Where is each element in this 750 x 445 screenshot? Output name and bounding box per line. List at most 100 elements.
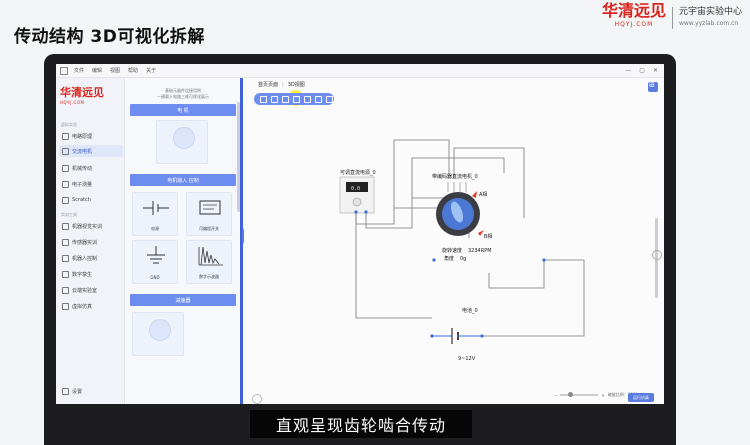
brand-logo: 华清远见 HQYJ.COM <box>602 3 666 32</box>
robot-icon <box>62 254 69 262</box>
component-card-oscilloscope[interactable]: 数字示波器 <box>186 240 232 284</box>
motor-label: 带编码器直流电机_0 <box>432 173 478 180</box>
category-motor-input[interactable]: 电机输入 控制 <box>130 174 236 186</box>
sidebar-item-twin[interactable]: 数字孪生 <box>59 268 123 280</box>
menu-edit[interactable]: 编辑 <box>92 67 102 74</box>
menu-view[interactable]: 视图 <box>110 67 120 74</box>
psu-label: 可调直流电源_0 <box>340 169 376 176</box>
sidebar-item-mechanical[interactable]: 机械传动 <box>59 162 123 174</box>
sidebar-logo-text: 华清远见 <box>60 86 104 99</box>
switch-module-icon <box>199 200 221 215</box>
psu-display-value: 0.0 <box>351 186 360 192</box>
node <box>430 334 434 338</box>
meter-icon <box>62 180 69 188</box>
card-label: 数字示波器 <box>199 274 219 279</box>
category-motor[interactable]: 电 机 <box>130 104 236 116</box>
component-card-gnd[interactable]: GND <box>132 240 178 284</box>
menu-help[interactable]: 帮助 <box>128 67 138 74</box>
panel-header-line2: 一键载入电路三维可视化展示 <box>157 94 209 99</box>
scratch-icon <box>62 196 69 204</box>
sidebar-item-circuit[interactable]: 电路原理 <box>59 130 123 142</box>
sidebar-item-label: 机械传动 <box>72 165 93 172</box>
sidebar-item-scratch[interactable]: Scratch <box>59 194 123 206</box>
video-subtitle: 直观呈现齿轮啮合传动 <box>250 410 472 438</box>
simulation-icon <box>62 302 69 310</box>
sidebar-item-label: 数字孪生 <box>72 271 93 278</box>
angle-value: 0g <box>460 256 466 262</box>
video-title: 传动结构 3D可视化拆解 <box>14 27 205 47</box>
card-label: 可编程开关 <box>199 226 219 231</box>
speed-value: 3234RPM <box>468 248 492 254</box>
zoom-slider-knob[interactable] <box>567 392 573 397</box>
sidebar-item-vision[interactable]: 机器视觉实训 <box>59 220 123 232</box>
psu-knob[interactable] <box>352 197 362 207</box>
sidebar-item-measurement[interactable]: 电子测量 <box>59 178 123 190</box>
reducer-thumbnail <box>149 319 171 341</box>
sidebar-section-tools: 实训工具 <box>61 212 77 217</box>
sensor-icon <box>62 238 69 246</box>
run-simulation-button[interactable]: 运行仿真 <box>628 393 654 402</box>
panel-header: 基础元器件连接用例 一键载入电路三维可视化展示 <box>142 88 224 100</box>
zoom-control: − + 缩放比例：100% <box>554 392 639 398</box>
info-icon[interactable] <box>652 250 662 260</box>
circuit-diagram: 可调直流电源_0 0.0 带编码器直流电机_0 A相 B相 旋转速度 3234R… <box>339 139 585 362</box>
power-source-icon <box>143 201 169 215</box>
component-card-motor[interactable] <box>156 120 208 164</box>
zoom-out-icon[interactable]: − <box>554 393 557 398</box>
sidebar-item-simulation[interactable]: 虚拟仿真 <box>59 300 123 312</box>
component-panel: 基础元器件连接用例 一键载入电路三维可视化展示 电 机 电机输入 控制 电源 可… <box>126 78 240 404</box>
node <box>480 334 484 338</box>
node <box>432 258 436 262</box>
brand-url: www.yyzlab.com.cn <box>678 20 739 27</box>
node <box>542 258 546 262</box>
circuit-icon <box>62 132 69 140</box>
sidebar-item-sensor[interactable]: 传感器实训 <box>59 236 123 248</box>
sidebar-item-cloud[interactable]: 云端实验室 <box>59 284 123 296</box>
app-icon <box>60 66 68 75</box>
sidebar-item-label: Scratch <box>72 197 91 203</box>
sidebar-item-label: 电子测量 <box>72 181 93 188</box>
minimize-icon[interactable]: — <box>625 67 631 74</box>
battery-label: 电池_0 <box>462 307 478 314</box>
zoom-in-icon[interactable]: + <box>601 393 604 398</box>
motor-phase-a: A相 <box>479 191 487 198</box>
component-card-reducer[interactable] <box>132 312 184 356</box>
help-icon[interactable] <box>252 394 262 404</box>
brand-lab-name: 元宇宙实验中心 <box>678 7 742 17</box>
wire <box>482 259 585 337</box>
sidebar-item-ac-motor[interactable]: 交流电机 <box>59 145 123 157</box>
oscilloscope-icon <box>198 246 223 266</box>
sidebar-logo: 华清远见 HQYJ.COM <box>60 84 104 105</box>
motor-icon <box>62 147 69 155</box>
maximize-icon[interactable]: ▢ <box>639 67 645 74</box>
sidebar-item-label: 虚拟仿真 <box>72 303 93 310</box>
wires <box>355 139 585 337</box>
rotation-arrow-icon <box>472 191 477 198</box>
close-icon[interactable]: ✕ <box>653 67 658 74</box>
sidebar-item-label: 云端实验室 <box>72 287 98 294</box>
category-reducer[interactable]: 减速器 <box>130 294 236 306</box>
settings-button[interactable]: 设置 <box>62 388 82 395</box>
menu-about[interactable]: 关于 <box>146 67 156 74</box>
zoom-slider[interactable] <box>560 392 599 397</box>
camera-icon <box>62 222 69 230</box>
motor-phase-b: B相 <box>484 233 492 240</box>
card-label: 电源 <box>151 226 159 231</box>
menu-file[interactable]: 文件 <box>74 67 84 74</box>
laptop-frame: 文件 编辑 视图 帮助 关于 — ▢ ✕ 华清远见 HQYJ.COM 虚拟实验 … <box>44 54 676 445</box>
settings-label: 设置 <box>72 389 83 395</box>
simulation-canvas[interactable]: 首页页面 | 3D视图 ⊞ 可调直流电源_0 0.0 带编码器直流电机_0 A相… <box>244 78 664 404</box>
node <box>364 210 368 214</box>
ground-icon <box>147 246 165 264</box>
cloud-icon <box>62 286 69 294</box>
gear-icon <box>62 164 69 172</box>
gear-icon <box>62 388 69 395</box>
sidebar-item-label: 传感器实训 <box>72 239 98 246</box>
window-menubar: 文件 编辑 视图 帮助 关于 — ▢ ✕ <box>56 64 664 78</box>
speed-label: 旋转速度 <box>442 247 462 254</box>
component-card-switch[interactable]: 可编程开关 <box>186 192 232 236</box>
node <box>354 210 358 214</box>
sidebar-item-label: 电路原理 <box>72 133 93 140</box>
sidebar-item-robot[interactable]: 机器人控制 <box>59 252 123 264</box>
component-card-power[interactable]: 电源 <box>132 192 178 236</box>
